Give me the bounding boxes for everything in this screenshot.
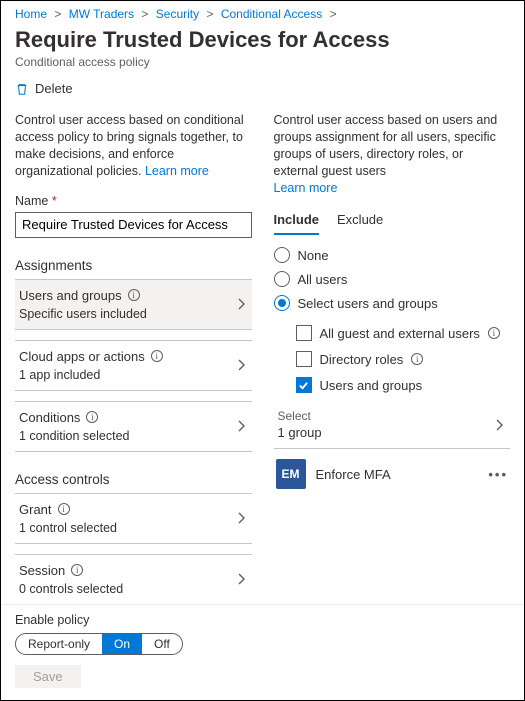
page-title: Require Trusted Devices for Access [15, 27, 510, 53]
include-exclude-tabs: Include Exclude [274, 212, 511, 235]
checkbox-icon [296, 377, 312, 393]
chevron-right-icon [236, 419, 246, 433]
checkbox-icon [296, 325, 312, 341]
toggle-on[interactable]: On [102, 634, 142, 654]
chevron-right-icon: > [330, 7, 337, 21]
access-session[interactable]: Session i 0 controls selected [15, 554, 252, 605]
access-grant[interactable]: Grant i 1 control selected [15, 493, 252, 544]
checkbox-users-groups[interactable]: Users and groups [296, 377, 511, 393]
breadcrumb-conditional-access[interactable]: Conditional Access [221, 7, 322, 21]
policy-name-input[interactable] [15, 212, 252, 238]
delete-button[interactable]: Delete [35, 81, 73, 96]
radio-icon [274, 271, 290, 287]
info-icon[interactable]: i [151, 350, 163, 362]
radio-none[interactable]: None [274, 247, 511, 263]
footer: Enable policy Report-only On Off Save [1, 604, 524, 700]
info-icon[interactable]: i [411, 353, 423, 365]
delete-icon[interactable] [15, 82, 29, 96]
radio-icon [274, 247, 290, 263]
breadcrumb-security[interactable]: Security [156, 7, 199, 21]
chevron-right-icon: > [206, 7, 213, 21]
selected-group-row[interactable]: EM Enforce MFA ••• [274, 449, 511, 499]
info-icon[interactable]: i [71, 564, 83, 576]
page-subtitle: Conditional access policy [15, 55, 510, 69]
assignment-users-groups[interactable]: Users and groups i Specific users includ… [15, 279, 252, 330]
info-icon[interactable]: i [86, 411, 98, 423]
breadcrumb-home[interactable]: Home [15, 7, 47, 21]
breadcrumb: Home > MW Traders > Security > Condition… [1, 1, 524, 25]
select-groups-picker[interactable]: Select 1 group [274, 401, 511, 449]
access-controls-heading: Access controls [15, 472, 252, 487]
learn-more-link[interactable]: Learn more [145, 164, 209, 178]
left-pane: Control user access based on conditional… [15, 112, 252, 615]
learn-more-link[interactable]: Learn more [274, 181, 338, 195]
chevron-right-icon [236, 511, 246, 525]
toggle-report-only[interactable]: Report-only [16, 634, 102, 654]
chevron-right-icon [236, 572, 246, 586]
right-description: Control user access based on users and g… [274, 112, 511, 196]
toggle-off[interactable]: Off [142, 634, 182, 654]
breadcrumb-tenant[interactable]: MW Traders [69, 7, 134, 21]
checkbox-directory-roles[interactable]: Directory roles i [296, 351, 511, 367]
group-avatar: EM [276, 459, 306, 489]
enable-policy-label: Enable policy [15, 613, 510, 627]
left-description: Control user access based on conditional… [15, 112, 252, 180]
chevron-right-icon [236, 358, 246, 372]
chevron-right-icon [494, 418, 504, 432]
chevron-right-icon: > [141, 7, 148, 21]
checkbox-guest-users[interactable]: All guest and external users i [296, 325, 511, 341]
info-icon[interactable]: i [128, 289, 140, 301]
chevron-right-icon: > [54, 7, 61, 21]
chevron-right-icon [236, 297, 246, 311]
assignment-conditions[interactable]: Conditions i 1 condition selected [15, 401, 252, 452]
enable-policy-toggle[interactable]: Report-only On Off [15, 633, 183, 655]
right-pane: Control user access based on users and g… [274, 112, 511, 615]
checkbox-icon [296, 351, 312, 367]
radio-select-users-groups[interactable]: Select users and groups [274, 295, 511, 311]
group-name: Enforce MFA [316, 467, 391, 482]
tab-exclude[interactable]: Exclude [337, 212, 383, 235]
assignments-heading: Assignments [15, 258, 252, 273]
tab-include[interactable]: Include [274, 212, 320, 235]
radio-all-users[interactable]: All users [274, 271, 511, 287]
name-label: Name * [15, 194, 252, 208]
more-actions-icon[interactable]: ••• [488, 467, 508, 482]
info-icon[interactable]: i [58, 503, 70, 515]
assignment-cloud-apps[interactable]: Cloud apps or actions i 1 app included [15, 340, 252, 391]
info-icon[interactable]: i [488, 327, 500, 339]
radio-icon [274, 295, 290, 311]
save-button[interactable]: Save [15, 665, 81, 688]
